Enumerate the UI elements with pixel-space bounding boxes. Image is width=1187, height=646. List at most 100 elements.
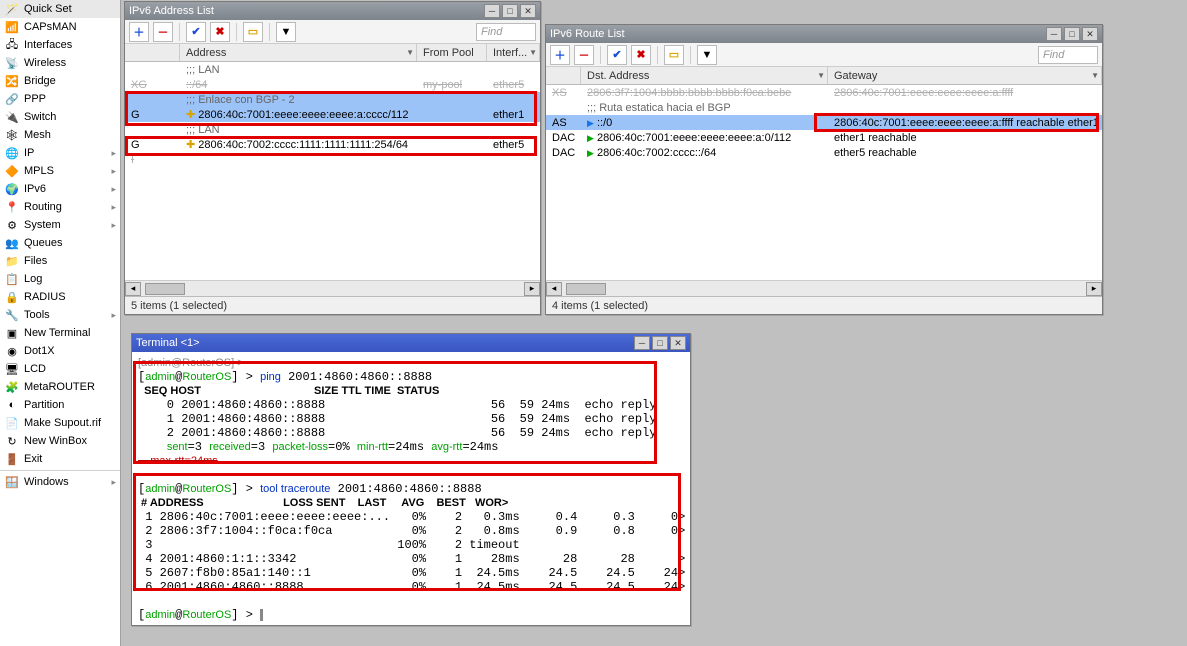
minimize-button[interactable]: ─	[1046, 27, 1062, 41]
terminal-body[interactable]: [admin@RouterOS] > [admin@RouterOS] > pi…	[132, 352, 690, 625]
menu-icon: 🌍	[4, 181, 20, 197]
sidebar-item-label: Routing	[24, 201, 62, 213]
remove-button[interactable]: －	[153, 22, 173, 42]
disable-button[interactable]: ✖	[631, 45, 651, 65]
col-gateway[interactable]: Gateway▼	[828, 67, 1102, 84]
toolbar: ＋ － ✔ ✖ ▭ ▼ Find	[546, 43, 1102, 67]
sidebar-item-queues[interactable]: 👥Queues	[0, 234, 120, 252]
sidebar-item-radius[interactable]: 🔒RADIUS	[0, 288, 120, 306]
sidebar-item-label: LCD	[24, 363, 46, 375]
table-row[interactable]: DAC▶ 2806:40c:7001:eeee:eeee:eeee:a:0/11…	[546, 130, 1102, 145]
sidebar-item-windows[interactable]: 🪟Windows▸	[0, 473, 120, 491]
sidebar-item-label: MPLS	[24, 165, 54, 177]
sidebar-item-lcd[interactable]: 🖥 LCD	[0, 360, 120, 378]
sidebar-item-tools[interactable]: 🔧Tools▸	[0, 306, 120, 324]
sidebar-item-dot1x[interactable]: ◉Dot1X	[0, 342, 120, 360]
filter-button[interactable]: ▼	[276, 22, 296, 42]
menu-icon: 📁	[4, 253, 20, 269]
col-address[interactable]: Address▼	[180, 44, 417, 61]
sidebar-item-mesh[interactable]: 🕸Mesh	[0, 126, 120, 144]
enable-button[interactable]: ✔	[607, 45, 627, 65]
filter-button[interactable]: ▼	[697, 45, 717, 65]
col-dst-address[interactable]: Dst. Address▼	[581, 67, 828, 84]
menu-icon: 🚪	[4, 451, 20, 467]
window-title: IPv6 Route List	[550, 28, 625, 40]
sidebar-item-label: IP	[24, 147, 34, 159]
submenu-arrow-icon: ▸	[111, 184, 116, 195]
table-row[interactable]: ;;; Enlace con BGP - 2	[125, 92, 540, 107]
comment-button[interactable]: ▭	[243, 22, 263, 42]
grid-header: Dst. Address▼ Gateway▼	[546, 67, 1102, 85]
sidebar-item-switch[interactable]: 🔌Switch	[0, 108, 120, 126]
comment-button[interactable]: ▭	[664, 45, 684, 65]
minimize-button[interactable]: ─	[634, 336, 650, 350]
sidebar-item-label: New WinBox	[24, 435, 87, 447]
sidebar-item-label: Log	[24, 273, 42, 285]
disable-button[interactable]: ✖	[210, 22, 230, 42]
titlebar[interactable]: IPv6 Route List ─ □ ✕	[546, 25, 1102, 43]
table-row[interactable]: DAC▶ 2806:40c:7002:cccc::/64ether5 reach…	[546, 145, 1102, 160]
sidebar-item-bridge[interactable]: 🔀Bridge	[0, 72, 120, 90]
menu-icon: 🔒	[4, 289, 20, 305]
sidebar-item-label: MetaROUTER	[24, 381, 95, 393]
sidebar-item-new-terminal[interactable]: ▣New Terminal	[0, 324, 120, 342]
maximize-button[interactable]: □	[652, 336, 668, 350]
col-interface[interactable]: Interf...▼	[487, 44, 540, 61]
add-button[interactable]: ＋	[129, 22, 149, 42]
table-row[interactable]: I	[125, 152, 540, 167]
h-scrollbar[interactable]: ◂▸	[546, 280, 1102, 296]
sidebar-item-exit[interactable]: 🚪 Exit	[0, 450, 120, 468]
sidebar-item-quick-set[interactable]: 🪄Quick Set	[0, 0, 120, 18]
find-input[interactable]: Find	[476, 23, 536, 41]
table-row[interactable]: G✚ 2806:40c:7002:cccc:1111:1111:1111:254…	[125, 137, 540, 152]
sidebar-item-mpls[interactable]: 🔶MPLS▸	[0, 162, 120, 180]
table-row[interactable]: XG::/64my-poolether5	[125, 77, 540, 92]
status-bar: 4 items (1 selected)	[546, 296, 1102, 314]
sidebar-item-ip[interactable]: 🌐IP▸	[0, 144, 120, 162]
titlebar[interactable]: Terminal <1> ─ □ ✕	[132, 334, 690, 352]
menu-icon: 🪟	[4, 474, 20, 490]
enable-button[interactable]: ✔	[186, 22, 206, 42]
menu-icon: 📍	[4, 199, 20, 215]
sidebar-item-ipv6[interactable]: 🌍IPv6▸	[0, 180, 120, 198]
find-input[interactable]: Find	[1038, 46, 1098, 64]
remove-button[interactable]: －	[574, 45, 594, 65]
table-row[interactable]: AS▶ ::/02806:40c:7001:eeee:eeee:eeee:a:f…	[546, 115, 1102, 130]
sidebar-item-new-winbox[interactable]: ↻New WinBox	[0, 432, 120, 450]
menu-icon: 📋	[4, 271, 20, 287]
close-button[interactable]: ✕	[1082, 27, 1098, 41]
close-button[interactable]: ✕	[670, 336, 686, 350]
submenu-arrow-icon: ▸	[111, 310, 116, 321]
grid-body[interactable]: XS2806:3f7:1004:bbbb:bbbb:bbbb:f0ca:bebe…	[546, 85, 1102, 280]
sidebar-item-files[interactable]: 📁Files	[0, 252, 120, 270]
table-row[interactable]: XS2806:3f7:1004:bbbb:bbbb:bbbb:f0ca:bebe…	[546, 85, 1102, 100]
minimize-button[interactable]: ─	[484, 4, 500, 18]
grid-body[interactable]: ;;; LANXG::/64my-poolether5;;; Enlace co…	[125, 62, 540, 280]
sidebar-item-label: Exit	[24, 453, 42, 465]
maximize-button[interactable]: □	[1064, 27, 1080, 41]
sidebar-item-interfaces[interactable]: 🖧Interfaces	[0, 36, 120, 54]
table-row[interactable]: ;;; Ruta estatica hacia el BGP	[546, 100, 1102, 115]
table-row[interactable]: G✚ 2806:40c:7001:eeee:eeee:eeee:a:cccc/1…	[125, 107, 540, 122]
sidebar-item-routing[interactable]: 📍Routing▸	[0, 198, 120, 216]
table-row[interactable]: ;;; LAN	[125, 122, 540, 137]
h-scrollbar[interactable]: ◂▸	[125, 280, 540, 296]
titlebar[interactable]: IPv6 Address List ─ □ ✕	[125, 2, 540, 20]
sidebar-item-capsman[interactable]: 📶CAPsMAN	[0, 18, 120, 36]
sidebar-item-metarouter[interactable]: 🧩MetaROUTER	[0, 378, 120, 396]
col-from-pool[interactable]: From Pool	[417, 44, 487, 61]
sidebar-item-make-supout.rif[interactable]: 📄Make Supout.rif	[0, 414, 120, 432]
sidebar-item-system[interactable]: ⚙System▸	[0, 216, 120, 234]
sidebar-item-log[interactable]: 📋 Log	[0, 270, 120, 288]
sidebar-item-label: Bridge	[24, 75, 56, 87]
add-button[interactable]: ＋	[550, 45, 570, 65]
table-row[interactable]: ;;; LAN	[125, 62, 540, 77]
maximize-button[interactable]: □	[502, 4, 518, 18]
close-button[interactable]: ✕	[520, 4, 536, 18]
sidebar-item-label: Quick Set	[24, 3, 72, 15]
menu-icon: 🖥	[4, 361, 20, 377]
sidebar-item-ppp[interactable]: 🔗PPP	[0, 90, 120, 108]
sidebar-item-wireless[interactable]: 📡Wireless	[0, 54, 120, 72]
sidebar-item-label: PPP	[24, 93, 46, 105]
sidebar-item-partition[interactable]: ◐Partition	[0, 396, 120, 414]
